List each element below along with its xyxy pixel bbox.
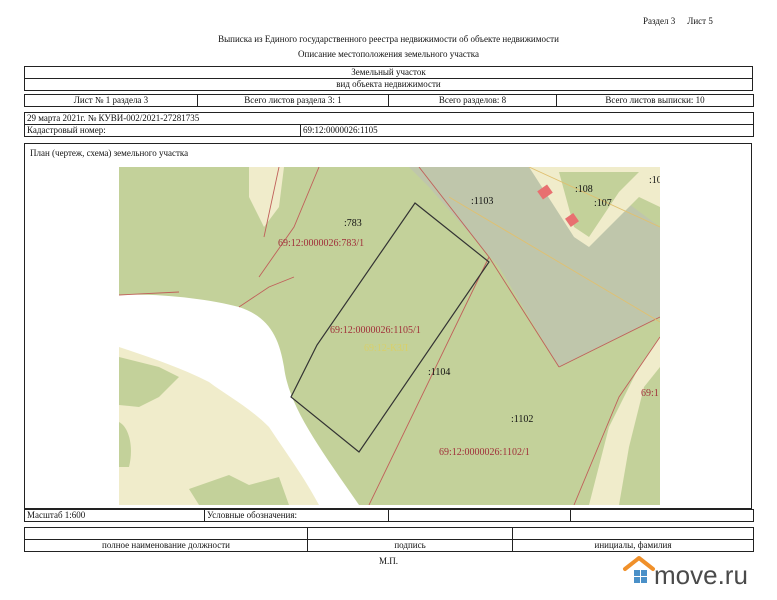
sheet-info-table: Лист № 1 раздела 3 Всего листов раздела …: [24, 94, 754, 107]
total-section-sheets: Всего листов раздела 3: 1: [197, 94, 389, 107]
legend-label: Условные обозначения:: [204, 509, 389, 522]
object-type: Земельный участок: [24, 66, 753, 79]
scale-label: Масштаб 1:600: [24, 509, 205, 522]
legend-cell-1: [388, 509, 571, 522]
cadastral-label: Кадастровый номер:: [24, 124, 301, 137]
cadastral-map: :783 69:12:0000026:783/1 :1103 :108 :107…: [119, 167, 660, 505]
label-ksh: 69:12-КЗЛ: [364, 343, 408, 354]
label-107: :107: [594, 198, 612, 209]
page-header-right: Раздел 3 Лист 5: [643, 16, 725, 26]
watermark-text[interactable]: move.ru: [654, 560, 748, 591]
sheet-of-section: Лист № 1 раздела 3: [24, 94, 198, 107]
legend-table: Масштаб 1:600 Условные обозначения:: [24, 509, 754, 522]
signature-value: [307, 527, 513, 540]
record-table: 29 марта 2021г. № КУВИ-002/2021-27281735…: [23, 112, 755, 137]
label-783: :783: [344, 218, 362, 229]
signature-table: полное наименование должности подпись ин…: [24, 527, 754, 552]
legend-cell-2: [570, 509, 754, 522]
object-type-table: Земельный участок вид объекта недвижимос…: [24, 66, 753, 91]
signature-caption: подпись: [307, 539, 513, 552]
object-type-caption: вид объекта недвижимости: [24, 78, 753, 91]
label-1103: :1103: [471, 196, 493, 207]
initials-value: [512, 527, 754, 540]
initials-caption: инициалы, фамилия: [512, 539, 754, 552]
record-date-number: 29 марта 2021г. № КУВИ-002/2021-27281735: [23, 112, 755, 125]
position-caption: полное наименование должности: [24, 539, 308, 552]
label-1104: :1104: [428, 367, 450, 378]
house-icon: [622, 554, 656, 586]
label-1105-full: 69:12:0000026:1105/1: [330, 325, 421, 336]
label-783-full: 69:12:0000026:783/1: [278, 238, 364, 249]
position-value: [24, 527, 308, 540]
document-title: Выписка из Единого государственного реес…: [218, 34, 559, 44]
label-10x: :10: [649, 175, 660, 186]
sheet-number: Лист 5: [687, 16, 713, 26]
label-108: :108: [575, 184, 593, 195]
cadastral-value: 69:12:0000026:1105: [299, 124, 755, 137]
section-number: Раздел 3: [643, 16, 676, 26]
total-extract-sheets: Всего листов выписки: 10: [556, 94, 754, 107]
label-1102-full: 69:12:0000026:1102/1: [439, 447, 530, 458]
label-69-right: 69:1: [641, 388, 659, 399]
plan-label: План (чертеж, схема) земельного участка: [30, 148, 189, 158]
document-subtitle: Описание местоположения земельного участ…: [298, 49, 479, 59]
label-1102: :1102: [511, 414, 533, 425]
total-sections: Всего разделов: 8: [388, 94, 557, 107]
